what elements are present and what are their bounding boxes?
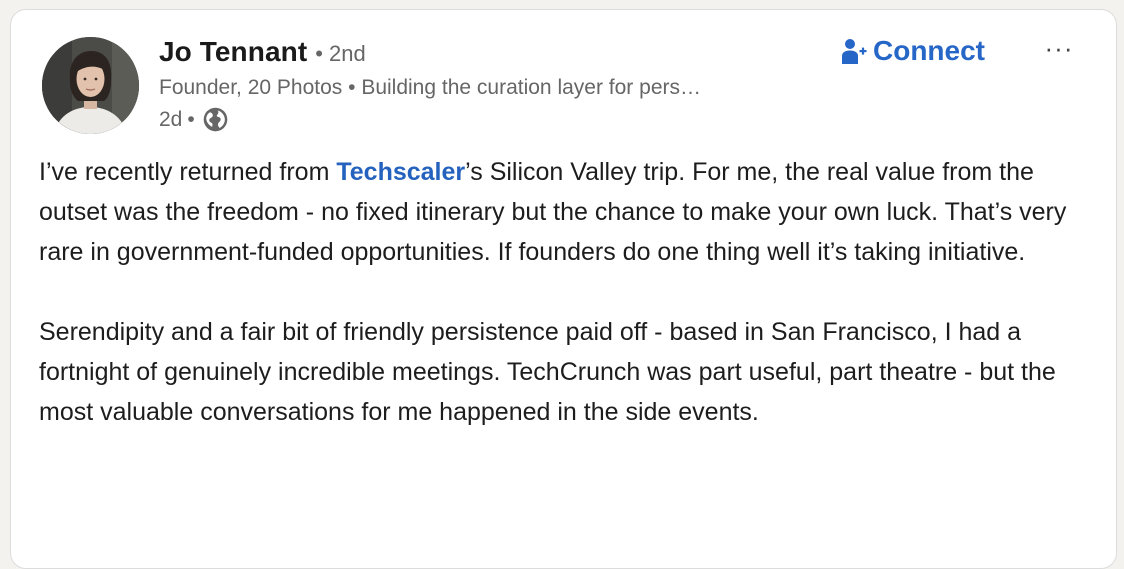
connect-label: Connect	[873, 35, 985, 66]
post-card: Jo Tennant • 2nd Founder, 20 Photos • Bu…	[10, 9, 1117, 569]
post-time[interactable]: 2d	[159, 108, 182, 132]
paragraph-1-start: I’ve recently returned from	[39, 158, 337, 186]
post-meta: 2d •	[159, 106, 229, 133]
add-person-icon	[841, 37, 867, 65]
degree-separator: •	[315, 41, 323, 66]
post-body: I’ve recently returned from Techscaler’s…	[39, 152, 1104, 432]
company-mention-link[interactable]: Techscaler	[336, 158, 465, 186]
globe-icon	[202, 106, 229, 133]
time-separator: •	[187, 107, 195, 131]
author-avatar[interactable]	[42, 37, 139, 134]
post-paragraph-2: Serendipity and a fair bit of friendly p…	[39, 318, 1056, 426]
connect-button[interactable]: Connect	[841, 31, 985, 71]
author-name-row: Jo Tennant • 2nd	[159, 36, 366, 70]
post-paragraph-1: I’ve recently returned from Techscaler’s…	[39, 152, 1104, 272]
author-name[interactable]: Jo Tennant	[159, 36, 307, 68]
avatar-photo	[42, 37, 139, 134]
author-headline: Founder, 20 Photos • Building the curati…	[159, 76, 701, 99]
more-options-icon[interactable]: ···	[1041, 34, 1077, 62]
connection-degree: 2nd	[328, 41, 366, 66]
